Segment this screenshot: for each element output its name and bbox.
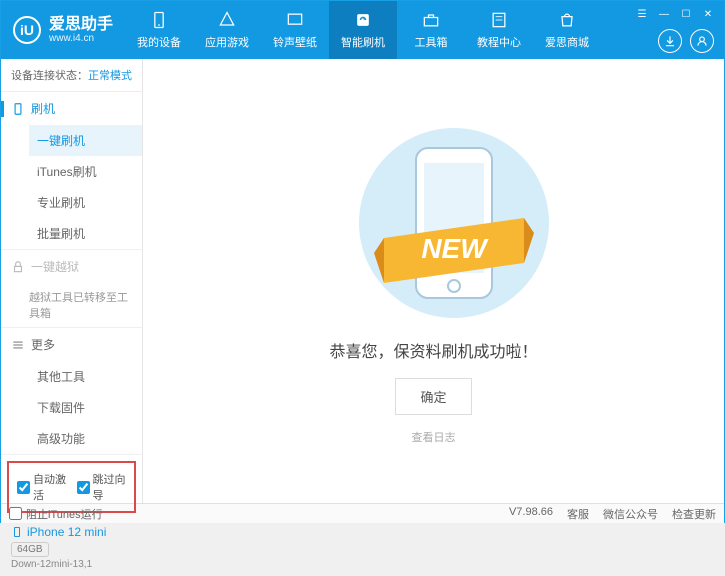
nav-flash[interactable]: 智能刷机 — [329, 1, 397, 59]
wechat-link[interactable]: 微信公众号 — [603, 506, 658, 522]
nav-label: 爱思商城 — [545, 34, 589, 50]
user-button[interactable] — [690, 29, 714, 53]
view-log-link[interactable]: 查看日志 — [412, 429, 456, 445]
nav-toolbox[interactable]: 工具箱 — [397, 1, 465, 59]
main-content: NEW 恭喜您，保资料刷机成功啦！ 确定 查看日志 — [143, 59, 724, 503]
version-label: V7.98.66 — [509, 506, 553, 522]
wallpaper-icon — [285, 10, 305, 30]
sidebar-item-oneclick-flash[interactable]: 一键刷机 — [29, 125, 142, 156]
nav-label: 工具箱 — [415, 34, 448, 50]
nav-store[interactable]: 爱思商城 — [533, 1, 601, 59]
logo-icon: iU — [13, 16, 41, 44]
sidebar-item-batch-flash[interactable]: 批量刷机 — [29, 218, 142, 249]
nav-label: 教程中心 — [477, 34, 521, 50]
book-icon — [489, 10, 509, 30]
success-message: 恭喜您，保资料刷机成功啦！ — [329, 338, 537, 362]
sidebar-item-itunes-flash[interactable]: iTunes刷机 — [29, 156, 142, 187]
nav-my-device[interactable]: 我的设备 — [125, 1, 193, 59]
auto-activate-checkbox[interactable]: 自动激活 — [17, 471, 67, 503]
lock-icon — [11, 260, 25, 274]
block-itunes-checkbox[interactable]: 阻止iTunes运行 — [9, 506, 103, 522]
sidebar-item-other-tools[interactable]: 其他工具 — [29, 361, 142, 392]
window-controls: ☰ — ☐ ✕ — [634, 7, 716, 21]
list-icon — [11, 338, 25, 352]
user-icon — [695, 34, 709, 48]
connection-value: 正常模式 — [88, 70, 132, 82]
app-title: 爱思助手 — [49, 16, 113, 34]
sidebar-item-advanced[interactable]: 高级功能 — [29, 423, 142, 454]
device-identifier: Down-12mini-13,1 — [11, 559, 132, 570]
nav-label: 应用游戏 — [205, 34, 249, 50]
device-info[interactable]: iPhone 12 mini 64GB Down-12mini-13,1 — [1, 519, 142, 576]
download-button[interactable] — [658, 29, 682, 53]
success-illustration: NEW — [354, 118, 514, 318]
nav-ringtones[interactable]: 铃声壁纸 — [261, 1, 329, 59]
close-icon[interactable]: ✕ — [700, 7, 716, 21]
toolbox-icon — [421, 10, 441, 30]
logo: iU 爱思助手 www.i4.cn — [1, 16, 125, 45]
nav-tutorials[interactable]: 教程中心 — [465, 1, 533, 59]
sidebar: 设备连接状态：正常模式 刷机 一键刷机 iTunes刷机 专业刷机 批量刷机 一… — [1, 59, 143, 503]
app-header: iU 爱思助手 www.i4.cn 我的设备 应用游戏 铃声壁纸 智能刷机 工具… — [1, 1, 724, 59]
storage-badge: 64GB — [11, 542, 49, 557]
phone-icon — [11, 102, 25, 116]
phone-icon — [11, 526, 23, 538]
maximize-icon[interactable]: ☐ — [678, 7, 694, 21]
jailbreak-note: 越狱工具已转移至工具箱 — [1, 283, 142, 327]
app-url: www.i4.cn — [49, 33, 113, 44]
new-label: NEW — [421, 233, 489, 264]
ok-button[interactable]: 确定 — [395, 378, 471, 415]
sidebar-item-download-firmware[interactable]: 下载固件 — [29, 392, 142, 423]
skip-guide-checkbox[interactable]: 跳过向导 — [77, 471, 127, 503]
customer-service-link[interactable]: 客服 — [567, 506, 589, 522]
store-icon — [557, 10, 577, 30]
check-update-link[interactable]: 检查更新 — [672, 506, 716, 522]
nav-apps[interactable]: 应用游戏 — [193, 1, 261, 59]
nav-label: 智能刷机 — [341, 34, 385, 50]
flash-icon — [353, 10, 373, 30]
minimize-icon[interactable]: — — [656, 7, 672, 21]
connection-status: 设备连接状态：正常模式 — [1, 59, 142, 92]
phone-icon — [149, 10, 169, 30]
device-name-label: iPhone 12 mini — [27, 525, 106, 539]
menu-icon[interactable]: ☰ — [634, 7, 650, 21]
download-icon — [663, 34, 677, 48]
sidebar-flash-header[interactable]: 刷机 — [1, 92, 142, 125]
nav-label: 铃声壁纸 — [273, 34, 317, 50]
sidebar-more-header[interactable]: 更多 — [1, 328, 142, 361]
sidebar-item-pro-flash[interactable]: 专业刷机 — [29, 187, 142, 218]
apps-icon — [217, 10, 237, 30]
nav-label: 我的设备 — [137, 34, 181, 50]
sidebar-jailbreak-header[interactable]: 一键越狱 — [1, 250, 142, 283]
